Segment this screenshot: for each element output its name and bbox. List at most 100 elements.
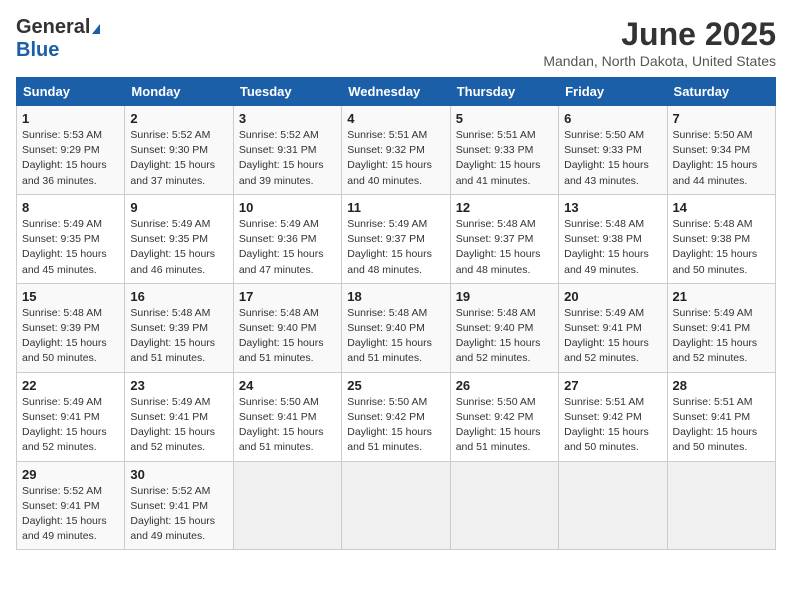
day-number: 10 xyxy=(239,200,336,215)
day-detail: Sunrise: 5:48 AMSunset: 9:37 PMDaylight:… xyxy=(456,218,541,276)
day-detail: Sunrise: 5:50 AMSunset: 9:42 PMDaylight:… xyxy=(456,396,541,454)
day-number: 11 xyxy=(347,200,444,215)
day-detail: Sunrise: 5:52 AMSunset: 9:31 PMDaylight:… xyxy=(239,129,324,187)
day-detail: Sunrise: 5:50 AMSunset: 9:41 PMDaylight:… xyxy=(239,396,324,454)
calendar-cell: 7 Sunrise: 5:50 AMSunset: 9:34 PMDayligh… xyxy=(667,106,775,195)
day-number: 1 xyxy=(22,111,119,126)
calendar-cell: 26 Sunrise: 5:50 AMSunset: 9:42 PMDaylig… xyxy=(450,372,558,461)
day-detail: Sunrise: 5:49 AMSunset: 9:41 PMDaylight:… xyxy=(130,396,215,454)
day-number: 27 xyxy=(564,378,661,393)
calendar-cell: 14 Sunrise: 5:48 AMSunset: 9:38 PMDaylig… xyxy=(667,194,775,283)
day-detail: Sunrise: 5:49 AMSunset: 9:35 PMDaylight:… xyxy=(22,218,107,276)
calendar-cell: 8 Sunrise: 5:49 AMSunset: 9:35 PMDayligh… xyxy=(17,194,125,283)
calendar-cell: 25 Sunrise: 5:50 AMSunset: 9:42 PMDaylig… xyxy=(342,372,450,461)
calendar-cell: 29 Sunrise: 5:52 AMSunset: 9:41 PMDaylig… xyxy=(17,461,125,550)
day-number: 4 xyxy=(347,111,444,126)
calendar-cell: 27 Sunrise: 5:51 AMSunset: 9:42 PMDaylig… xyxy=(559,372,667,461)
calendar-cell: 21 Sunrise: 5:49 AMSunset: 9:41 PMDaylig… xyxy=(667,283,775,372)
day-detail: Sunrise: 5:50 AMSunset: 9:33 PMDaylight:… xyxy=(564,129,649,187)
day-detail: Sunrise: 5:48 AMSunset: 9:38 PMDaylight:… xyxy=(564,218,649,276)
week-row-0: 1 Sunrise: 5:53 AMSunset: 9:29 PMDayligh… xyxy=(17,106,776,195)
day-number: 24 xyxy=(239,378,336,393)
week-row-1: 8 Sunrise: 5:49 AMSunset: 9:35 PMDayligh… xyxy=(17,194,776,283)
day-number: 18 xyxy=(347,289,444,304)
calendar-header-row: SundayMondayTuesdayWednesdayThursdayFrid… xyxy=(17,78,776,106)
calendar-cell: 23 Sunrise: 5:49 AMSunset: 9:41 PMDaylig… xyxy=(125,372,233,461)
day-number: 13 xyxy=(564,200,661,215)
day-detail: Sunrise: 5:49 AMSunset: 9:36 PMDaylight:… xyxy=(239,218,324,276)
calendar-cell: 10 Sunrise: 5:49 AMSunset: 9:36 PMDaylig… xyxy=(233,194,341,283)
calendar-cell: 12 Sunrise: 5:48 AMSunset: 9:37 PMDaylig… xyxy=(450,194,558,283)
day-number: 20 xyxy=(564,289,661,304)
day-number: 14 xyxy=(673,200,770,215)
calendar-cell: 9 Sunrise: 5:49 AMSunset: 9:35 PMDayligh… xyxy=(125,194,233,283)
day-detail: Sunrise: 5:48 AMSunset: 9:40 PMDaylight:… xyxy=(456,307,541,365)
header-friday: Friday xyxy=(559,78,667,106)
calendar-cell: 2 Sunrise: 5:52 AMSunset: 9:30 PMDayligh… xyxy=(125,106,233,195)
location-title: Mandan, North Dakota, United States xyxy=(543,53,776,69)
month-title: June 2025 xyxy=(543,16,776,53)
day-number: 5 xyxy=(456,111,553,126)
calendar-cell: 16 Sunrise: 5:48 AMSunset: 9:39 PMDaylig… xyxy=(125,283,233,372)
day-number: 6 xyxy=(564,111,661,126)
day-detail: Sunrise: 5:48 AMSunset: 9:39 PMDaylight:… xyxy=(130,307,215,365)
day-number: 9 xyxy=(130,200,227,215)
calendar-cell: 18 Sunrise: 5:48 AMSunset: 9:40 PMDaylig… xyxy=(342,283,450,372)
logo-blue: Blue xyxy=(16,39,59,61)
week-row-2: 15 Sunrise: 5:48 AMSunset: 9:39 PMDaylig… xyxy=(17,283,776,372)
calendar-cell: 28 Sunrise: 5:51 AMSunset: 9:41 PMDaylig… xyxy=(667,372,775,461)
calendar-body: 1 Sunrise: 5:53 AMSunset: 9:29 PMDayligh… xyxy=(17,106,776,550)
day-detail: Sunrise: 5:49 AMSunset: 9:37 PMDaylight:… xyxy=(347,218,432,276)
calendar-cell: 11 Sunrise: 5:49 AMSunset: 9:37 PMDaylig… xyxy=(342,194,450,283)
title-area: June 2025 Mandan, North Dakota, United S… xyxy=(543,16,776,69)
day-detail: Sunrise: 5:49 AMSunset: 9:41 PMDaylight:… xyxy=(673,307,758,365)
page-header: General Blue June 2025 Mandan, North Dak… xyxy=(16,16,776,69)
day-number: 28 xyxy=(673,378,770,393)
day-detail: Sunrise: 5:50 AMSunset: 9:34 PMDaylight:… xyxy=(673,129,758,187)
calendar-cell: 19 Sunrise: 5:48 AMSunset: 9:40 PMDaylig… xyxy=(450,283,558,372)
calendar-cell xyxy=(342,461,450,550)
header-sunday: Sunday xyxy=(17,78,125,106)
day-detail: Sunrise: 5:51 AMSunset: 9:33 PMDaylight:… xyxy=(456,129,541,187)
calendar-cell: 30 Sunrise: 5:52 AMSunset: 9:41 PMDaylig… xyxy=(125,461,233,550)
calendar-cell: 5 Sunrise: 5:51 AMSunset: 9:33 PMDayligh… xyxy=(450,106,558,195)
day-detail: Sunrise: 5:48 AMSunset: 9:40 PMDaylight:… xyxy=(347,307,432,365)
calendar-cell: 1 Sunrise: 5:53 AMSunset: 9:29 PMDayligh… xyxy=(17,106,125,195)
day-detail: Sunrise: 5:52 AMSunset: 9:41 PMDaylight:… xyxy=(130,485,215,543)
day-number: 8 xyxy=(22,200,119,215)
day-number: 15 xyxy=(22,289,119,304)
day-detail: Sunrise: 5:49 AMSunset: 9:35 PMDaylight:… xyxy=(130,218,215,276)
day-detail: Sunrise: 5:48 AMSunset: 9:39 PMDaylight:… xyxy=(22,307,107,365)
day-detail: Sunrise: 5:48 AMSunset: 9:40 PMDaylight:… xyxy=(239,307,324,365)
day-number: 23 xyxy=(130,378,227,393)
calendar-table: SundayMondayTuesdayWednesdayThursdayFrid… xyxy=(16,77,776,550)
day-number: 21 xyxy=(673,289,770,304)
calendar-cell: 13 Sunrise: 5:48 AMSunset: 9:38 PMDaylig… xyxy=(559,194,667,283)
header-thursday: Thursday xyxy=(450,78,558,106)
calendar-cell xyxy=(233,461,341,550)
day-number: 26 xyxy=(456,378,553,393)
day-detail: Sunrise: 5:50 AMSunset: 9:42 PMDaylight:… xyxy=(347,396,432,454)
day-number: 19 xyxy=(456,289,553,304)
day-detail: Sunrise: 5:53 AMSunset: 9:29 PMDaylight:… xyxy=(22,129,107,187)
day-detail: Sunrise: 5:52 AMSunset: 9:30 PMDaylight:… xyxy=(130,129,215,187)
day-number: 29 xyxy=(22,467,119,482)
day-number: 12 xyxy=(456,200,553,215)
header-tuesday: Tuesday xyxy=(233,78,341,106)
week-row-4: 29 Sunrise: 5:52 AMSunset: 9:41 PMDaylig… xyxy=(17,461,776,550)
calendar-cell: 17 Sunrise: 5:48 AMSunset: 9:40 PMDaylig… xyxy=(233,283,341,372)
header-saturday: Saturday xyxy=(667,78,775,106)
day-detail: Sunrise: 5:48 AMSunset: 9:38 PMDaylight:… xyxy=(673,218,758,276)
calendar-cell xyxy=(667,461,775,550)
calendar-cell: 3 Sunrise: 5:52 AMSunset: 9:31 PMDayligh… xyxy=(233,106,341,195)
day-detail: Sunrise: 5:51 AMSunset: 9:32 PMDaylight:… xyxy=(347,129,432,187)
day-detail: Sunrise: 5:51 AMSunset: 9:42 PMDaylight:… xyxy=(564,396,649,454)
day-number: 25 xyxy=(347,378,444,393)
day-number: 30 xyxy=(130,467,227,482)
calendar-cell: 15 Sunrise: 5:48 AMSunset: 9:39 PMDaylig… xyxy=(17,283,125,372)
logo: General Blue xyxy=(16,16,100,62)
calendar-cell: 24 Sunrise: 5:50 AMSunset: 9:41 PMDaylig… xyxy=(233,372,341,461)
calendar-cell xyxy=(450,461,558,550)
calendar-cell: 6 Sunrise: 5:50 AMSunset: 9:33 PMDayligh… xyxy=(559,106,667,195)
logo-icon xyxy=(92,24,100,34)
